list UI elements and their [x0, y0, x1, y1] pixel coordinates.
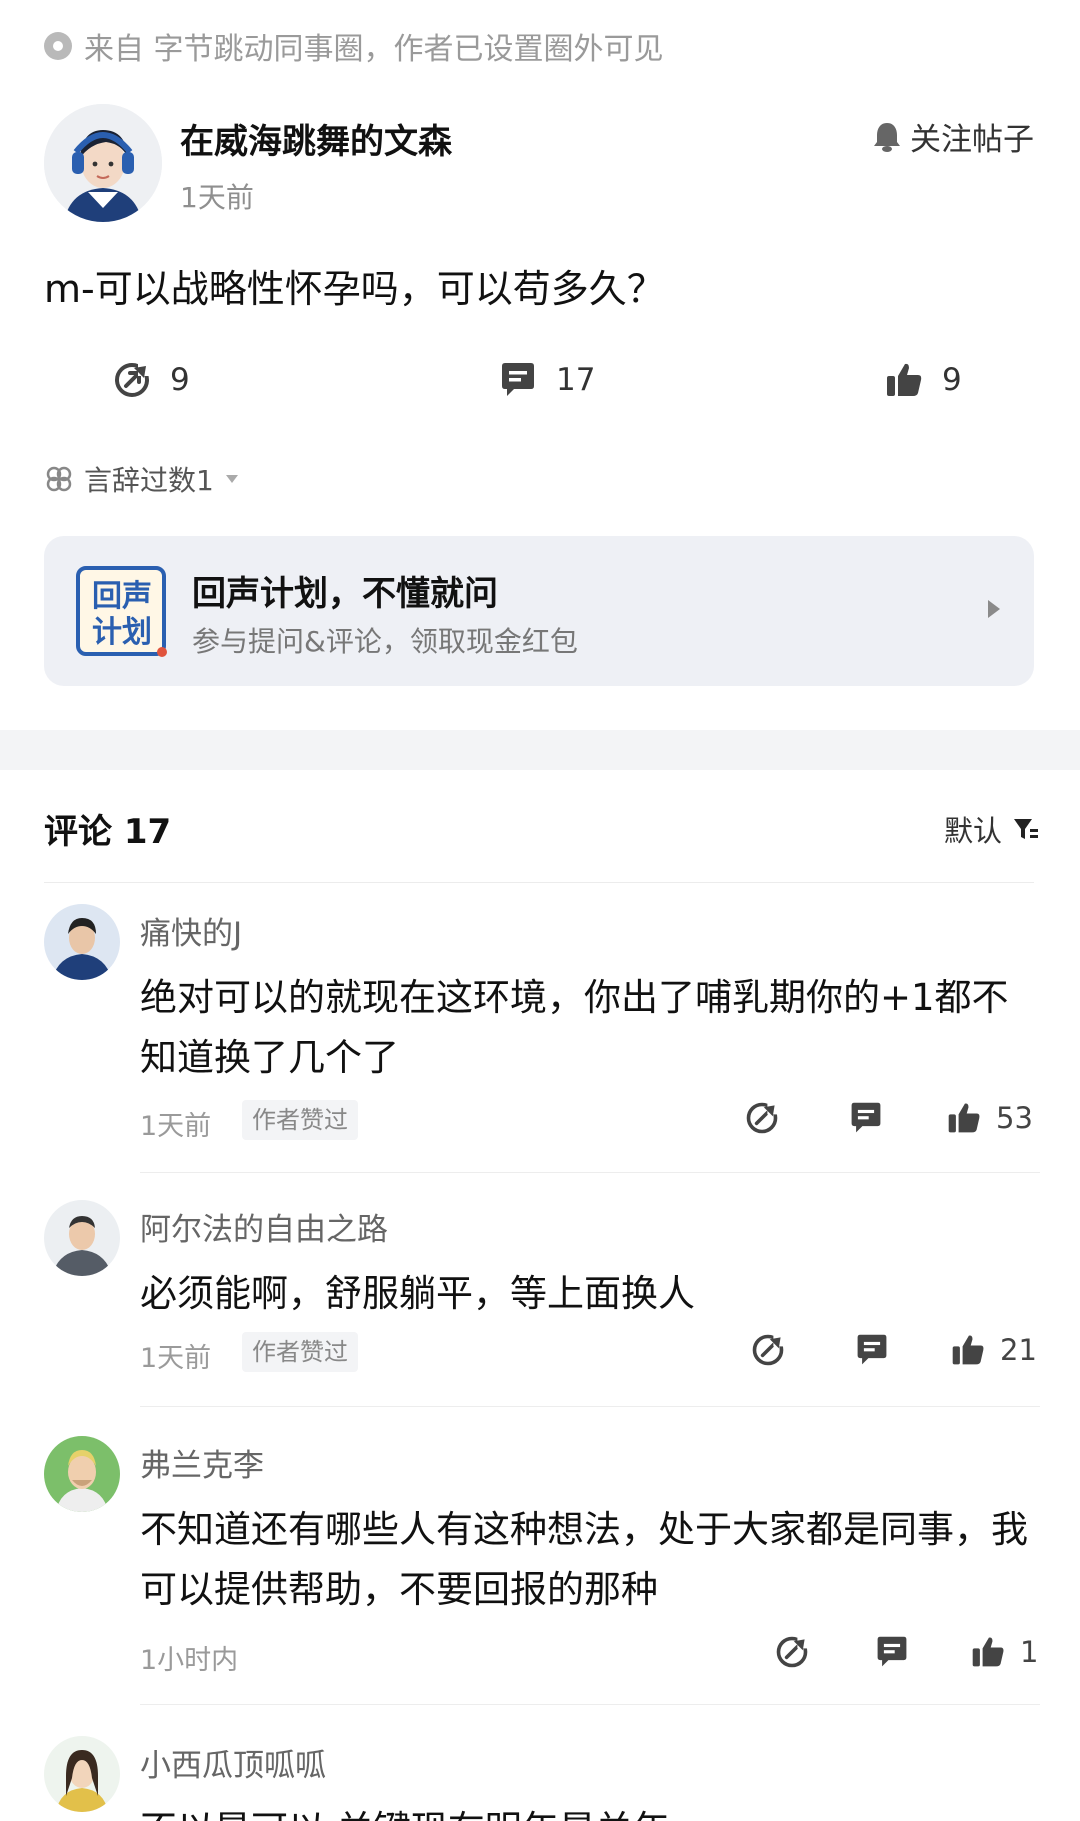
comment-time: 1小时内: [140, 1645, 239, 1676]
comment-like-count: 53: [996, 1101, 1033, 1135]
thumbs-up-icon: [952, 1335, 984, 1365]
follow-label: 关注帖子: [910, 122, 1034, 158]
comment-text: 不知道还有哪些人有这种想法，处于大家都是同事，我可以提供帮助，不要回报的那种: [140, 1508, 1028, 1611]
post-title: m-可以战略性怀孕吗，可以苟多久？: [44, 267, 665, 311]
source-line: 来自 字节跳动同事圈，作者已设置圈外可见: [44, 26, 664, 67]
commenter-avatar[interactable]: [44, 904, 120, 980]
section-divider: [0, 730, 1080, 770]
sort-button[interactable]: 默认: [944, 808, 1040, 850]
comment-time: 1天前: [140, 1111, 212, 1142]
comment-meta: 1天前 作者赞过 21: [140, 1332, 1040, 1376]
comment-reply-button[interactable]: [854, 1332, 890, 1368]
share-count: 9: [170, 362, 190, 398]
comment-meta: 1天前 作者赞过 53: [140, 1100, 1040, 1144]
banner-title: 回声计划，不懂就问: [192, 574, 498, 614]
comment-share-button[interactable]: [744, 1100, 780, 1136]
divider: [140, 1704, 1040, 1705]
comment-like-count: 21: [1000, 1333, 1037, 1367]
comment-text: 不以是可以 关键现在明年是关年: [140, 1800, 1030, 1821]
like-button[interactable]: 9: [884, 360, 962, 400]
divider: [44, 882, 1034, 883]
share-icon: [752, 1334, 785, 1366]
share-icon: [776, 1636, 809, 1668]
commenter-avatar[interactable]: [44, 1736, 120, 1812]
follow-post-button[interactable]: 关注帖子: [872, 114, 1034, 159]
comment-share-button[interactable]: [774, 1634, 810, 1670]
caret-down-icon: [225, 475, 238, 483]
comment-reply-button[interactable]: [874, 1634, 910, 1670]
thumbs-up-icon: [948, 1103, 980, 1133]
comment-icon: [877, 1636, 907, 1667]
share-icon: [746, 1102, 779, 1134]
comment-icon: [502, 363, 534, 396]
commenter-name[interactable]: 痛快的J: [140, 908, 242, 953]
author-name[interactable]: 在威海跳舞的文森: [180, 114, 452, 163]
author-liked-badge: 作者赞过: [242, 1100, 358, 1140]
commenter-avatar[interactable]: [44, 1200, 120, 1276]
thumbs-up-icon: [887, 363, 922, 396]
svg-text:回声: 回声: [92, 579, 152, 614]
post-time: 1天前: [180, 181, 254, 214]
emoji-reaction[interactable]: 言辞过数1: [44, 459, 240, 499]
comment-like-button[interactable]: 53: [946, 1100, 1033, 1136]
sort-label: 默认: [943, 814, 1002, 848]
comment-button[interactable]: 17: [498, 360, 1080, 400]
author-avatar[interactable]: [44, 104, 162, 222]
comment-count: 17: [556, 362, 596, 398]
commenter-avatar[interactable]: [44, 1436, 120, 1512]
divider: [140, 1406, 1040, 1407]
comment-item: 弗兰克李 不知道还有哪些人有这种想法，处于大家都是同事，我可以提供帮助，不要回报…: [44, 1436, 1040, 1696]
thumbs-up-icon: [972, 1637, 1004, 1667]
comment-share-button[interactable]: [750, 1332, 786, 1368]
commenter-name[interactable]: 小西瓜顶呱呱: [140, 1740, 326, 1785]
comment-icon: [851, 1102, 881, 1133]
comment-meta: 1小时内 1: [140, 1634, 1040, 1678]
comment-like-count: 1: [1020, 1635, 1039, 1669]
banner-subtitle: 参与提问&评论，领取现金红包: [192, 625, 578, 658]
post-author: 在威海跳舞的文森 1天前 关注帖子: [44, 104, 1044, 224]
comments-header: 评论 17 默认: [44, 800, 1040, 860]
chevron-right-icon: [988, 600, 1000, 618]
comments-title: 评论 17: [44, 812, 172, 852]
svg-text:计划: 计划: [92, 615, 152, 650]
like-count: 9: [942, 362, 962, 398]
author-liked-badge: 作者赞过: [242, 1332, 358, 1372]
comment-item: 小西瓜顶呱呱 不以是可以 关键现在明年是关年: [44, 1736, 1040, 1821]
comment-text: 绝对可以的就现在这环境，你出了哺乳期你的+1都不知道换了几个了: [140, 976, 1009, 1079]
comment-item: 痛快的J 绝对可以的就现在这环境，你出了哺乳期你的+1都不知道换了几个了 1天前…: [44, 904, 1040, 1142]
circle-source-icon: [44, 32, 72, 60]
post-actions: 9 17 9: [44, 360, 1044, 416]
flower-icon: [46, 466, 72, 492]
commenter-name[interactable]: 阿尔法的自由之路: [140, 1204, 388, 1249]
comment-icon: [857, 1334, 887, 1365]
divider: [140, 1172, 1040, 1173]
comment-time: 1天前: [140, 1343, 212, 1374]
comment-item: 阿尔法的自由之路 必须能啊，舒服躺平，等上面换人 1天前 作者赞过 21: [44, 1200, 1040, 1400]
comment-reply-button[interactable]: [848, 1100, 884, 1136]
source-text: 来自 字节跳动同事圈，作者已设置圈外可见: [84, 32, 664, 67]
bell-icon: [874, 122, 900, 152]
filter-icon: [1014, 819, 1038, 839]
comment-like-button[interactable]: 1: [970, 1634, 1038, 1670]
share-icon: [115, 363, 150, 397]
commenter-name[interactable]: 弗兰克李: [140, 1440, 264, 1485]
echo-plan-logo: 回声 计划: [76, 566, 168, 658]
share-button[interactable]: 9: [112, 360, 190, 400]
emoji-reaction-label: 言辞过数1: [84, 464, 214, 497]
comment-text: 必须能啊，舒服躺平，等上面换人: [140, 1272, 695, 1315]
comment-like-button[interactable]: 21: [950, 1332, 1037, 1368]
echo-plan-banner[interactable]: 回声 计划 回声计划，不懂就问 参与提问&评论，领取现金红包: [44, 536, 1034, 686]
